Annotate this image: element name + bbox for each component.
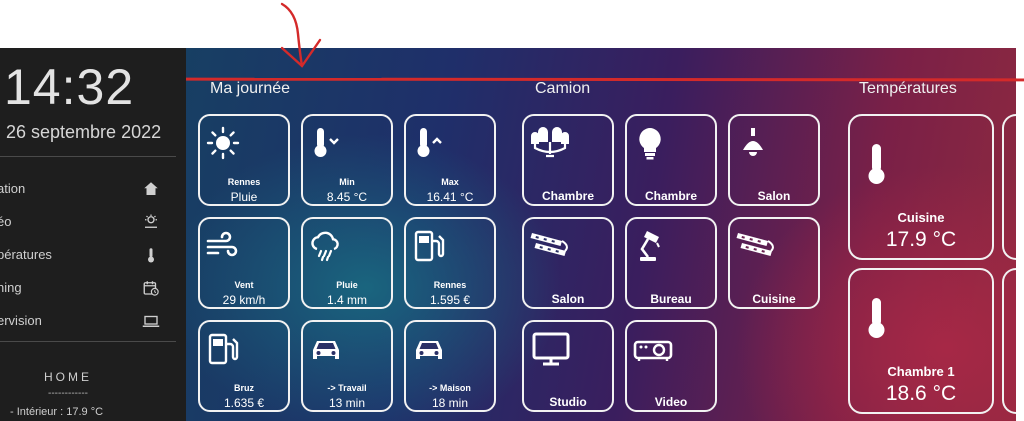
tile-studio[interactable]: Studio [522,320,614,412]
bulb-icon [639,128,661,160]
led-strip-icon [530,233,568,256]
nav-item-temperatures[interactable]: pératures [0,241,176,269]
annotation-arrow-icon [280,2,322,68]
tile-value: 16.41 °C [426,190,474,204]
tile-wind[interactable]: Vent 29 km/h [198,217,290,309]
nav-item-label: éo [0,214,12,229]
ceiling-lamp-icon [743,128,763,156]
tile-rain[interactable]: Pluie 1.4 mm [301,217,393,309]
thermometer-icon [868,298,885,338]
tile-temp-chambre-1[interactable]: Chambre 1 18.6 °C [848,268,994,414]
date-label: i 26 septembre 2022 [0,122,162,142]
thermometer-icon [868,144,885,184]
tile-label: Chambre [644,189,697,203]
tile-room: Chambre 1 [887,364,955,379]
tile-title: Rennes [227,177,261,187]
tile-title: Vent [234,280,254,290]
nav-item-label: ervision [0,313,42,328]
nav-item-label: pératures [0,247,52,262]
nav-item-supervision[interactable]: ervision [0,307,176,335]
tile-value: Pluie [230,190,258,204]
tile-title: Bruz [234,383,254,393]
sun-icon [206,126,240,160]
tile-label: Salon [551,292,585,306]
nav-item-planning[interactable]: ning [0,274,176,302]
car-icon [416,341,442,359]
car-icon [313,341,339,359]
tile-label: Chambre [541,189,594,203]
clock: 14:32 [4,59,135,115]
tile-title: Pluie [336,280,358,290]
tile-light-salon-ceiling[interactable]: Salon [728,114,820,206]
monitor-icon [532,332,570,366]
nav-item-label: ation [0,181,26,196]
tile-weather[interactable]: Rennes Pluie [198,114,290,206]
tile-partial[interactable] [1002,114,1016,260]
tile-value: 1.595 € [429,293,471,307]
divider [0,156,176,157]
tile-title: -> Travail [327,383,367,393]
tile-partial[interactable] [1002,268,1016,414]
chandelier-icon [531,127,569,158]
home-icon [144,182,158,195]
nav-item-label: ning [0,280,22,295]
home-title: HOME [44,370,92,384]
tile-led-salon[interactable]: Salon [522,217,614,309]
tile-label: Bureau [650,292,692,306]
desk-lamp-icon [640,231,660,261]
projector-icon [633,340,673,361]
thermometer-down-icon [314,128,339,157]
tile-light-bureau[interactable]: Bureau [625,217,717,309]
section-title-truck: Camion [535,80,591,97]
thermometer-up-icon [417,128,442,157]
tile-temperature: 18.6 °C [885,382,957,405]
tile-fuel-bruz[interactable]: Bruz 1.635 € [198,320,290,412]
tile-label: Video [654,395,688,409]
tile-commute-home[interactable]: -> Maison 18 min [404,320,496,412]
tile-title: -> Maison [429,383,471,393]
tile-temp-min[interactable]: Min 8.45 °C [301,114,393,206]
divider [0,341,176,342]
rain-cloud-icon [311,231,339,262]
home-interior-temp: - Intérieur : 17.9 °C [10,406,104,418]
tile-temp-cuisine[interactable]: Cuisine 17.9 °C [848,114,994,260]
tile-value: 29 km/h [222,293,266,307]
tile-value: 1.4 mm [326,293,367,307]
tile-value: 8.45 °C [326,190,368,204]
tile-label: Cuisine [752,292,796,306]
tile-video[interactable]: Video [625,320,717,412]
fuel-pump-icon [414,230,445,262]
tile-temp-max[interactable]: Max 16.41 °C [404,114,496,206]
led-strip-icon [736,233,774,256]
tile-commute-work[interactable]: -> Travail 13 min [301,320,393,412]
tile-light-chambre-bulb[interactable]: Chambre [625,114,717,206]
thermometer-icon [148,248,154,263]
nav-item-home[interactable]: ation [0,175,176,203]
section-title-day: Ma journée [210,80,291,97]
tile-value: 1.635 € [223,396,265,410]
tile-light-chambre-chandelier[interactable]: Chambre [522,114,614,206]
home-dashes: ------------ [48,388,88,399]
nav-item-weather[interactable]: éo [0,208,176,236]
tile-title: Min [339,177,355,187]
sidebar: 14:32 i 26 septembre 2022 ation éo pérat… [0,48,186,421]
tile-room: Cuisine [897,210,945,225]
calendar-clock-icon [143,281,159,296]
tile-value: 13 min [328,396,366,410]
tile-title: Rennes [433,280,467,290]
dashboard-main: Ma journée Camion Températures Rennes Pl… [186,48,1016,421]
laptop-icon [142,315,160,327]
tile-label: Studio [549,395,587,409]
wind-icon [206,231,238,257]
tile-led-cuisine[interactable]: Cuisine [728,217,820,309]
tile-label: Salon [757,189,791,203]
tile-title: Max [441,177,459,187]
fuel-pump-icon [208,333,239,365]
weather-icon [145,214,157,228]
section-title-temperatures: Températures [859,80,957,97]
tile-temperature: 17.9 °C [885,228,957,251]
tile-fuel-rennes[interactable]: Rennes 1.595 € [404,217,496,309]
tile-value: 18 min [431,396,469,410]
